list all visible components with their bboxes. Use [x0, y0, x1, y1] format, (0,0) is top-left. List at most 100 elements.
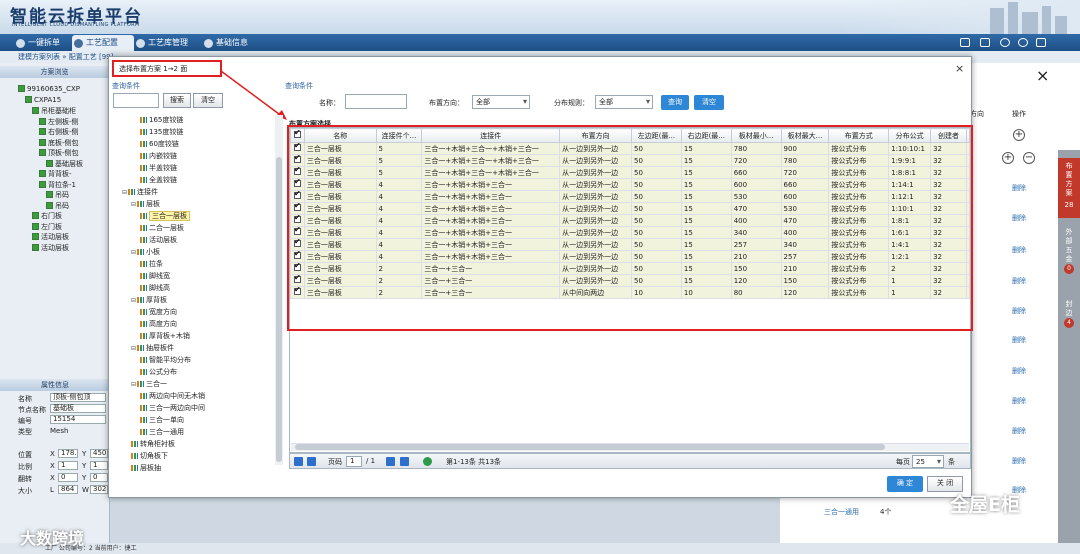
query-clear-button[interactable]: 清空	[694, 95, 724, 110]
tree-checkbox[interactable]	[32, 212, 39, 219]
y-value[interactable]: 450	[90, 449, 108, 458]
attr-value[interactable]: 15154	[50, 415, 106, 424]
scheme-tree-item[interactable]: 吊柜基础柜	[32, 106, 76, 116]
scheme-tree-item[interactable]: 底板-侧包	[39, 138, 79, 148]
x-value[interactable]: 864	[58, 485, 78, 494]
tree-clear-button[interactable]: 清空	[193, 93, 223, 108]
category-tree-node[interactable]: 二合一层板	[140, 223, 184, 233]
scheme-tree-item[interactable]: 99160635_CXP	[18, 85, 80, 93]
expand-toggle-icon[interactable]: ⊟	[131, 381, 136, 388]
delete-link[interactable]: 删除	[1012, 396, 1026, 406]
scheme-tree-item[interactable]: 背背板-	[39, 169, 72, 179]
scheme-tree-item[interactable]: 顶板-侧包	[39, 148, 79, 158]
refresh-icon[interactable]	[423, 457, 432, 466]
tree-checkbox[interactable]	[39, 170, 46, 177]
side-tab-edge[interactable]: 封边 4	[1058, 300, 1080, 328]
category-tree-node[interactable]: 全盖铰链	[140, 175, 177, 185]
category-tree-node[interactable]: 活动层板	[140, 235, 177, 245]
attr-value[interactable]: 基础板	[50, 404, 106, 413]
scheme-tree-item[interactable]: 活动层板	[32, 243, 69, 253]
add-icon[interactable]: +	[1002, 152, 1014, 164]
tree-scroll-thumb[interactable]	[276, 157, 282, 462]
scheme-tree-item[interactable]: 左侧板-侧	[39, 117, 79, 127]
scheme-tree-item[interactable]: 右门板	[32, 211, 62, 221]
tree-checkbox[interactable]	[18, 85, 25, 92]
exit-icon[interactable]	[1036, 38, 1046, 47]
scheme-tree-item[interactable]: 活动层板	[32, 232, 69, 242]
category-tree-node[interactable]: ⊟ 连接件	[122, 187, 158, 197]
last-page-icon[interactable]	[400, 457, 409, 466]
category-tree-node[interactable]: ⊟ 抽屉板件	[131, 343, 174, 353]
tree-checkbox[interactable]	[39, 180, 46, 188]
expand-toggle-icon[interactable]: ⊟	[131, 345, 136, 352]
delete-link[interactable]: 删除	[1012, 245, 1026, 255]
tree-checkbox[interactable]	[46, 191, 53, 198]
category-tree-node[interactable]: 两边向中间无木销	[140, 391, 205, 401]
tree-search-button[interactable]: 搜索	[163, 93, 191, 108]
tree-checkbox[interactable]	[25, 95, 32, 103]
expand-toggle-icon[interactable]: ⊟	[122, 189, 127, 196]
expand-toggle-icon[interactable]: ⊟	[131, 297, 136, 304]
category-tree-node[interactable]: 层板抽	[131, 463, 161, 473]
category-tree-node[interactable]: 三合一单向	[140, 415, 184, 425]
expand-toggle-icon[interactable]: ⊟	[131, 249, 136, 256]
screen-icon[interactable]	[960, 38, 970, 47]
tree-checkbox[interactable]	[32, 222, 39, 230]
category-tree-node[interactable]: 脚线宽	[140, 271, 170, 281]
query-button[interactable]: 查询	[661, 95, 689, 110]
scheme-tree-item[interactable]: 吊码	[46, 190, 69, 200]
category-tree-node[interactable]: 智能平均分布	[140, 355, 191, 365]
category-tree-node[interactable]: 切角板下	[131, 451, 168, 461]
confirm-button[interactable]: 确 定	[887, 476, 923, 492]
tree-search-input[interactable]	[113, 93, 159, 108]
delete-link[interactable]: 删除	[1012, 366, 1026, 376]
delete-link[interactable]: 删除	[1012, 276, 1026, 286]
category-tree-node[interactable]: 转角柜衬板	[131, 439, 175, 449]
scheme-tree-item[interactable]: 左门板	[32, 222, 62, 232]
attr-value[interactable]: 顶板-侧包顶	[50, 393, 106, 402]
category-tree-node[interactable]: 半盖铰链	[140, 163, 177, 173]
image-icon[interactable]	[980, 38, 990, 47]
per-page-select[interactable]: 25	[912, 455, 944, 468]
tree-checkbox[interactable]	[46, 159, 53, 167]
x-value[interactable]: 0	[58, 473, 78, 482]
tree-checkbox[interactable]	[39, 117, 46, 125]
nav-tab-one-click[interactable]: 一键拆单	[14, 35, 74, 51]
bottom-cell[interactable]: 三合一通用	[824, 507, 859, 517]
delete-link[interactable]: 删除	[1012, 335, 1026, 345]
category-tree-node[interactable]: 脚线高	[140, 283, 170, 293]
category-tree-node[interactable]: 三合一两边向中间	[140, 403, 205, 413]
scheme-tree-item[interactable]: 背拉条-1	[39, 180, 76, 190]
next-page-icon[interactable]	[386, 457, 395, 466]
category-tree-node[interactable]: 高度方向	[140, 319, 177, 329]
nav-tab-library[interactable]: 工艺库管理	[134, 35, 204, 51]
panel-close-icon[interactable]: ×	[1036, 66, 1049, 85]
side-tab-hardware[interactable]: 外部五金 0	[1058, 228, 1080, 274]
delete-link[interactable]: 删除	[1012, 426, 1026, 436]
scheme-tree-item[interactable]: CXPA15	[25, 95, 61, 104]
category-tree-node[interactable]: 135度铰链	[140, 127, 183, 137]
category-tree-node[interactable]: ⊟ 厚背板	[131, 295, 167, 305]
side-tab-layout[interactable]: 布置方案 28	[1058, 158, 1080, 218]
settings-icon[interactable]	[1018, 38, 1028, 47]
category-tree-node[interactable]: 60度铰链	[140, 139, 179, 149]
delete-link[interactable]: 删除	[1012, 306, 1026, 316]
tree-checkbox[interactable]	[32, 233, 39, 240]
rule-select[interactable]: 全部	[595, 95, 653, 109]
tree-checkbox[interactable]	[32, 107, 39, 114]
nav-tab-basic-info[interactable]: 基础信息	[202, 35, 264, 51]
category-tree-node[interactable]: ⊟ 小板	[131, 247, 160, 257]
category-tree-node[interactable]: 厚背板+木销	[140, 331, 190, 341]
name-input[interactable]	[345, 94, 407, 109]
tree-checkbox[interactable]	[32, 243, 39, 251]
tree-checkbox[interactable]	[39, 128, 46, 135]
scheme-tree-item[interactable]: 吊码	[46, 201, 69, 211]
prev-page-icon[interactable]	[307, 457, 316, 466]
remove-icon[interactable]: −	[1023, 152, 1035, 164]
category-tree-node[interactable]: 拉条	[140, 259, 163, 269]
category-tree-node[interactable]: 宽度方向	[140, 307, 177, 317]
category-tree-node[interactable]: ⊟ 层板	[131, 199, 160, 209]
category-tree-node[interactable]: ⊟ 三合一	[131, 379, 167, 389]
direction-select[interactable]: 全部	[472, 95, 530, 109]
x-value[interactable]: 1	[58, 461, 78, 470]
